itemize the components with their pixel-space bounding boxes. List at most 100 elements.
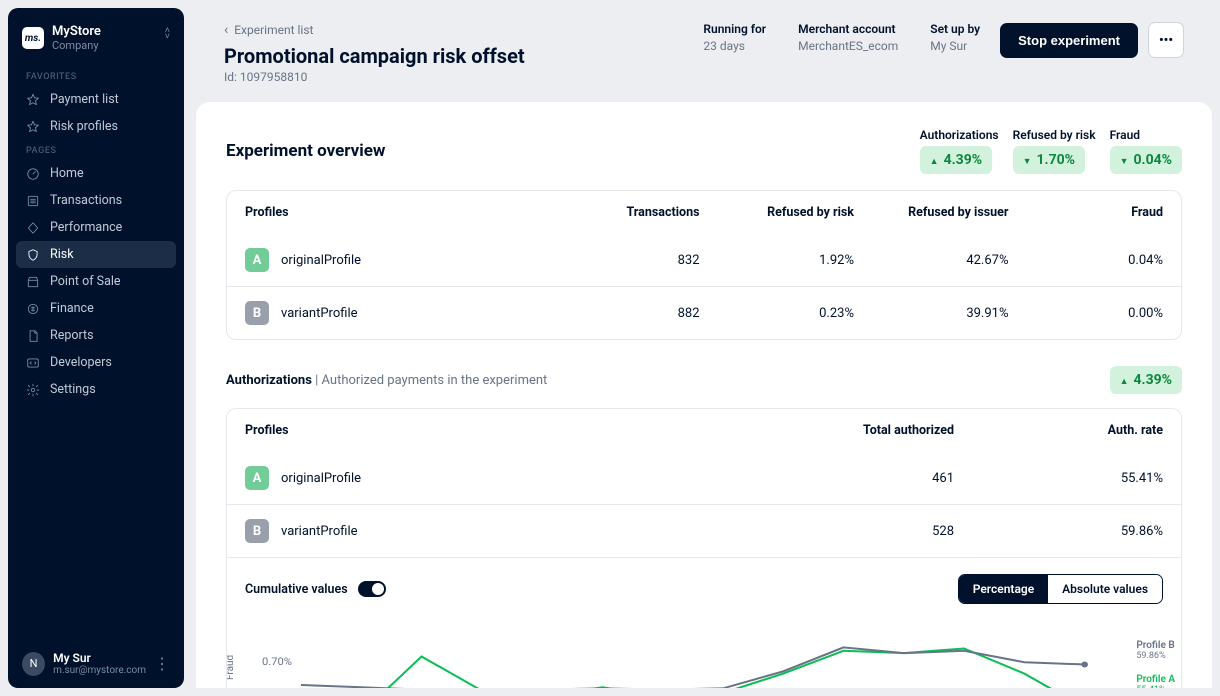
expand-icon[interactable]: ˄˅ (165, 28, 170, 40)
table-row[interactable]: BvariantProfile52859.86% (227, 504, 1181, 557)
arrow-down-icon (1120, 152, 1129, 168)
more-button[interactable]: ••• (1148, 22, 1184, 58)
gauge-icon (26, 167, 40, 181)
stat-pill: 1.70% (1013, 146, 1085, 174)
brand-logo: ms. (22, 27, 44, 49)
breadcrumb-label: Experiment list (234, 23, 313, 37)
header-meta-running-for: Running for 23 days (703, 22, 766, 53)
header-meta-set-up-by: Set up by My Sur (930, 22, 980, 53)
sidebar-item-label: Risk profiles (50, 119, 118, 134)
stat-pill: 0.04% (1110, 146, 1182, 174)
sidebar-item-settings[interactable]: Settings (16, 376, 176, 403)
meta-label: Set up by (930, 22, 980, 36)
auth-pill: 4.39% (1110, 366, 1182, 394)
series-end-dot (1081, 662, 1088, 668)
gear-icon (26, 383, 40, 397)
profile-name: variantProfile (281, 524, 358, 539)
arrow-down-icon (1023, 152, 1032, 168)
table-header-row: Profiles Transactions Refused by risk Re… (227, 191, 1181, 234)
list-icon (26, 194, 40, 208)
sidebar-item-performance[interactable]: Performance (16, 214, 176, 241)
sidebar-item-transactions[interactable]: Transactions (16, 187, 176, 214)
chevron-left-icon: ‹ (224, 22, 228, 38)
legend-a-value: 55.41% (1136, 685, 1175, 688)
breadcrumb[interactable]: ‹ Experiment list (224, 22, 703, 38)
meta-label: Running for (703, 22, 766, 36)
stat-label: Authorizations (920, 128, 999, 142)
sidebar-item-label: Reports (50, 328, 94, 343)
sidebar-item-reports[interactable]: Reports (16, 322, 176, 349)
cumulative-toggle[interactable] (358, 581, 386, 597)
overview-title: Experiment overview (226, 141, 385, 161)
sidebar-item-label: Developers (50, 355, 112, 370)
sidebar-item-developers[interactable]: Developers (16, 349, 176, 376)
stat-label: Fraud (1110, 128, 1182, 142)
auth-section-title: Authorizations | Authorized payments in … (226, 373, 547, 388)
cell-transactions: 882 (545, 306, 700, 321)
stat-pill: 4.39% (920, 146, 992, 174)
sidebar-item-risk[interactable]: Risk (16, 241, 176, 268)
sidebar-item-label: Performance (50, 220, 122, 235)
sidebar-user[interactable]: N My Sur m.sur@mystore.com ⋮ (16, 643, 176, 678)
th-total-authorized: Total authorized (745, 423, 954, 438)
stop-experiment-button[interactable]: Stop experiment (1000, 23, 1138, 58)
auth-table: Profiles Total authorized Auth. rate Aor… (226, 408, 1182, 688)
code-icon (26, 356, 40, 370)
sidebar-item-point-of-sale[interactable]: Point of Sale (16, 268, 176, 295)
auth-title-light: | Authorized payments in the experiment (312, 373, 547, 388)
dots-icon: ••• (1159, 33, 1173, 48)
th-profiles: Profiles (245, 423, 745, 438)
sidebar-item-home[interactable]: Home (16, 160, 176, 187)
sidebar-item-payment-list[interactable]: Payment list (16, 86, 176, 113)
table-row[interactable]: AoriginalProfile8321.92%42.67%0.04% (227, 234, 1181, 286)
profile-name: originalProfile (281, 471, 361, 486)
cell-refused-risk: 1.92% (700, 253, 855, 268)
cell-auth-rate: 59.86% (954, 524, 1163, 539)
cell-auth-rate: 55.41% (954, 471, 1163, 486)
chart-controls: Cumulative values Percentage Absolute va… (227, 557, 1181, 620)
store-icon (26, 275, 40, 289)
th-refused-issuer: Refused by issuer (854, 205, 1009, 220)
stat-label: Refused by risk (1013, 128, 1096, 142)
meta-value: My Sur (930, 39, 980, 53)
cumulative-label: Cumulative values (245, 582, 348, 597)
page-title: Promotional campaign risk offset (224, 44, 703, 68)
legend-a-name: Profile A (1136, 674, 1175, 685)
seg-absolute[interactable]: Absolute values (1048, 575, 1162, 603)
th-profiles: Profiles (245, 205, 545, 220)
brand[interactable]: ms. MyStore Company ˄˅ (16, 22, 176, 66)
th-fraud: Fraud (1009, 205, 1164, 220)
sidebar-item-risk-profiles[interactable]: Risk profiles (16, 113, 176, 140)
avatar: N (22, 652, 45, 676)
sidebar-item-label: Risk (50, 247, 74, 262)
cell-refused-issuer: 39.91% (854, 306, 1009, 321)
table-row[interactable]: BvariantProfile8820.23%39.91%0.00% (227, 286, 1181, 339)
auth-pill-value: 4.39% (1133, 372, 1172, 388)
meta-label: Merchant account (798, 22, 898, 36)
stat-fraud: Fraud 0.04% (1110, 128, 1182, 174)
diamond-icon (26, 221, 40, 235)
series-line (301, 647, 1085, 688)
sidebar: ms. MyStore Company ˄˅ FAVORITES Payment… (8, 8, 184, 688)
profile-name: variantProfile (281, 306, 358, 321)
cell-refused-issuer: 42.67% (854, 253, 1009, 268)
sidebar-item-finance[interactable]: Finance (16, 295, 176, 322)
stat-authorizations: Authorizations 4.39% (920, 128, 999, 174)
profile-badge: B (245, 519, 269, 543)
cell-fraud: 0.04% (1009, 253, 1164, 268)
sidebar-item-label: Transactions (50, 193, 122, 208)
meta-value: 23 days (703, 39, 766, 53)
arrow-up-icon (930, 152, 939, 168)
series-line (301, 649, 1085, 689)
auth-title-bold: Authorizations (226, 373, 312, 388)
table-header-row: Profiles Total authorized Auth. rate (227, 409, 1181, 452)
stat-value: 1.70% (1037, 152, 1076, 168)
profile-badge: A (245, 248, 269, 272)
meta-value: MerchantES_ecom (798, 39, 898, 53)
sidebar-item-label: Finance (50, 301, 94, 316)
th-transactions: Transactions (545, 205, 700, 220)
sidebar-item-label: Payment list (50, 92, 119, 107)
table-row[interactable]: AoriginalProfile46155.41% (227, 452, 1181, 504)
seg-percentage[interactable]: Percentage (959, 575, 1048, 603)
page-id: Id: 1097958810 (224, 70, 703, 84)
